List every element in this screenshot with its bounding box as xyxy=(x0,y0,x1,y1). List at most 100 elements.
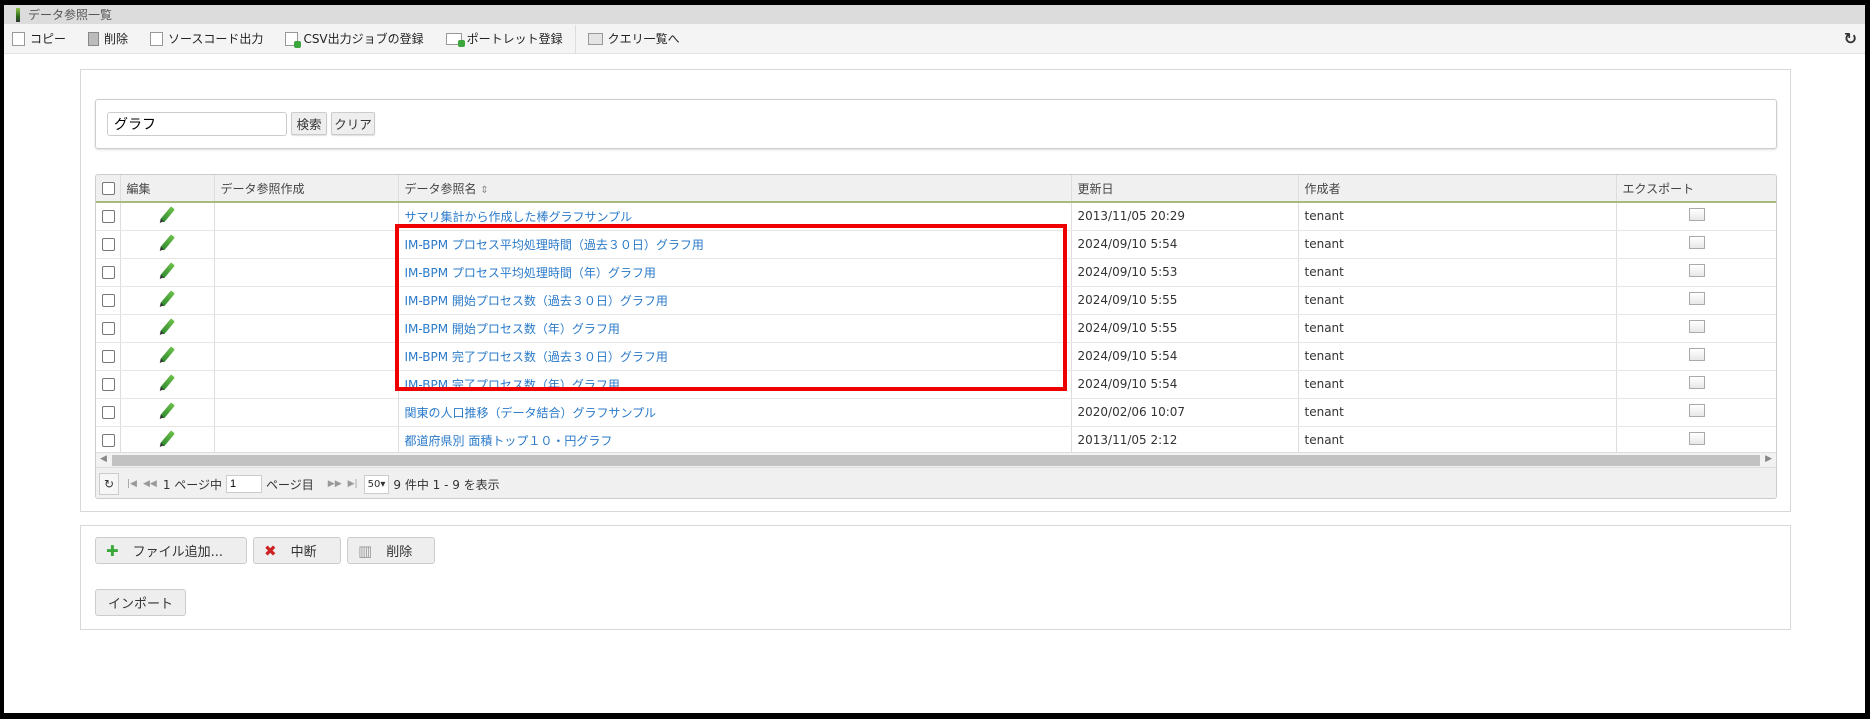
export-cell xyxy=(1616,426,1776,455)
export-icon[interactable] xyxy=(1689,404,1705,417)
row-checkbox[interactable] xyxy=(102,210,115,224)
data-reference-link[interactable]: サマリ集計から作成した棒グラフサンプル xyxy=(405,210,633,224)
add-file-button[interactable]: ✚ ファイル追加... xyxy=(95,537,247,564)
edit-cell xyxy=(120,342,215,371)
portlet-register-button[interactable]: ポートレット登録 xyxy=(445,30,563,47)
data-reference-link[interactable]: IM-BPM 開始プロセス数（過去３０日）グラフ用 xyxy=(405,294,668,308)
query-list-button[interactable]: クエリ一覧へ xyxy=(587,30,680,47)
pencil-icon[interactable] xyxy=(159,346,175,363)
export-icon[interactable] xyxy=(1689,320,1705,333)
name-cell: 都道府県別 面積トップ１０・円グラフ xyxy=(398,426,1072,455)
row-checkbox[interactable] xyxy=(102,322,115,335)
reload-button[interactable]: ↻ xyxy=(99,473,119,495)
horizontal-scrollbar[interactable]: ◀ ▶ xyxy=(96,452,1776,467)
data-reference-link[interactable]: 都道府県別 面積トップ１０・円グラフ xyxy=(405,434,613,448)
row-checkbox[interactable] xyxy=(102,406,115,419)
search-button[interactable]: 検索 xyxy=(291,112,327,135)
export-cell xyxy=(1616,398,1776,427)
pencil-icon[interactable] xyxy=(159,318,175,335)
search-input[interactable] xyxy=(107,112,287,136)
data-reference-link[interactable]: IM-BPM 完了プロセス数（過去３０日）グラフ用 xyxy=(405,350,668,364)
data-reference-link[interactable]: 関東の人口推移（データ結合）グラフサンプル xyxy=(405,406,657,420)
author-cell: tenant xyxy=(1298,258,1617,287)
edit-cell xyxy=(120,230,215,259)
export-icon[interactable] xyxy=(1689,348,1705,361)
plus-icon: ✚ xyxy=(106,541,119,560)
page-size-select[interactable]: 50 ▾ xyxy=(363,474,390,494)
copy-button[interactable]: コピー xyxy=(12,30,66,47)
trash-icon: ▥ xyxy=(358,541,373,560)
pencil-icon[interactable] xyxy=(159,430,175,447)
export-cell xyxy=(1616,258,1776,287)
upload-delete-button[interactable]: ▥ 削除 xyxy=(347,537,435,564)
table-row: 関東の人口推移（データ結合）グラフサンプル 2020/02/06 10:07 t… xyxy=(96,398,1776,427)
updated-cell: 2024/09/10 5:54 xyxy=(1071,370,1299,399)
name-cell: IM-BPM 開始プロセス数（過去３０日）グラフ用 xyxy=(398,286,1072,315)
export-icon[interactable] xyxy=(1689,432,1705,445)
create-cell xyxy=(214,426,399,455)
data-reference-link[interactable]: IM-BPM プロセス平均処理時間（年）グラフ用 xyxy=(405,266,656,280)
clear-button[interactable]: クリア xyxy=(331,112,375,135)
row-checkbox[interactable] xyxy=(102,294,115,307)
search-area: 検索 クリア xyxy=(95,99,1777,149)
pencil-icon[interactable] xyxy=(159,290,175,307)
table-row: IM-BPM 開始プロセス数（過去３０日）グラフ用 2024/09/10 5:5… xyxy=(96,286,1776,315)
last-page-icon[interactable]: ▶| xyxy=(348,479,358,489)
trash-icon xyxy=(88,31,100,46)
first-page-icon[interactable]: |◀ xyxy=(127,479,137,489)
export-icon[interactable] xyxy=(1689,292,1705,305)
row-select-cell xyxy=(96,342,121,371)
col-name[interactable]: データ参照名 ⇕ xyxy=(398,175,1072,203)
prev-page-icon[interactable]: ◀◀ xyxy=(143,479,157,489)
data-reference-link[interactable]: IM-BPM 完了プロセス数（年）グラフ用 xyxy=(405,378,620,392)
row-select-cell xyxy=(96,398,121,427)
scrollbar-thumb[interactable] xyxy=(112,455,1760,466)
source-output-button[interactable]: ソースコード出力 xyxy=(150,30,263,47)
upload-panel: ✚ ファイル追加... ✖ 中断 ▥ 削除 インポート xyxy=(80,525,1791,630)
pencil-icon[interactable] xyxy=(159,374,175,391)
abort-button[interactable]: ✖ 中断 xyxy=(253,537,341,564)
create-cell xyxy=(214,286,399,315)
row-checkbox[interactable] xyxy=(102,266,115,279)
export-icon[interactable] xyxy=(1689,208,1705,222)
next-page-icon[interactable]: ▶▶ xyxy=(328,479,342,489)
updated-cell: 2024/09/10 5:54 xyxy=(1071,230,1299,259)
author-cell: tenant xyxy=(1298,314,1617,343)
refresh-icon[interactable]: ↻ xyxy=(1844,29,1857,48)
pencil-icon[interactable] xyxy=(159,402,175,419)
pencil-icon[interactable] xyxy=(159,206,175,223)
row-checkbox[interactable] xyxy=(102,434,115,447)
import-button[interactable]: インポート xyxy=(95,589,186,616)
table-row: IM-BPM 開始プロセス数（年）グラフ用 2024/09/10 5:55 te… xyxy=(96,314,1776,343)
pencil-icon[interactable] xyxy=(159,262,175,279)
sort-icon[interactable]: ⇕ xyxy=(480,185,488,196)
data-reference-link[interactable]: IM-BPM 開始プロセス数（年）グラフ用 xyxy=(405,322,620,336)
select-all-checkbox[interactable] xyxy=(102,182,115,195)
row-checkbox[interactable] xyxy=(102,350,115,363)
export-cell xyxy=(1616,230,1776,259)
scroll-right-icon[interactable]: ▶ xyxy=(1765,454,1772,464)
table-row: IM-BPM 完了プロセス数（過去３０日）グラフ用 2024/09/10 5:5… xyxy=(96,342,1776,371)
export-icon[interactable] xyxy=(1689,376,1705,389)
edit-cell xyxy=(120,426,215,455)
page-input[interactable] xyxy=(226,475,263,493)
col-updated: 更新日 xyxy=(1071,175,1299,203)
name-cell: IM-BPM 完了プロセス数（年）グラフ用 xyxy=(398,370,1072,399)
export-icon[interactable] xyxy=(1689,236,1705,249)
row-checkbox[interactable] xyxy=(102,238,115,251)
export-icon[interactable] xyxy=(1689,264,1705,277)
csv-job-button[interactable]: CSV出力ジョブの登録 xyxy=(285,30,424,48)
row-checkbox[interactable] xyxy=(102,378,115,391)
source-output-label: ソースコード出力 xyxy=(168,32,264,46)
table-row: IM-BPM プロセス平均処理時間（年）グラフ用 2024/09/10 5:53… xyxy=(96,258,1776,287)
create-cell xyxy=(214,230,399,259)
edit-cell xyxy=(120,202,215,231)
title-mark-icon xyxy=(16,7,20,22)
scroll-left-icon[interactable]: ◀ xyxy=(100,454,107,464)
name-cell: サマリ集計から作成した棒グラフサンプル xyxy=(398,202,1072,231)
data-reference-link[interactable]: IM-BPM プロセス平均処理時間（過去３０日）グラフ用 xyxy=(405,238,704,252)
edit-cell xyxy=(120,286,215,315)
delete-button[interactable]: 削除 xyxy=(88,30,128,47)
author-cell: tenant xyxy=(1298,370,1617,399)
pencil-icon[interactable] xyxy=(159,234,175,251)
